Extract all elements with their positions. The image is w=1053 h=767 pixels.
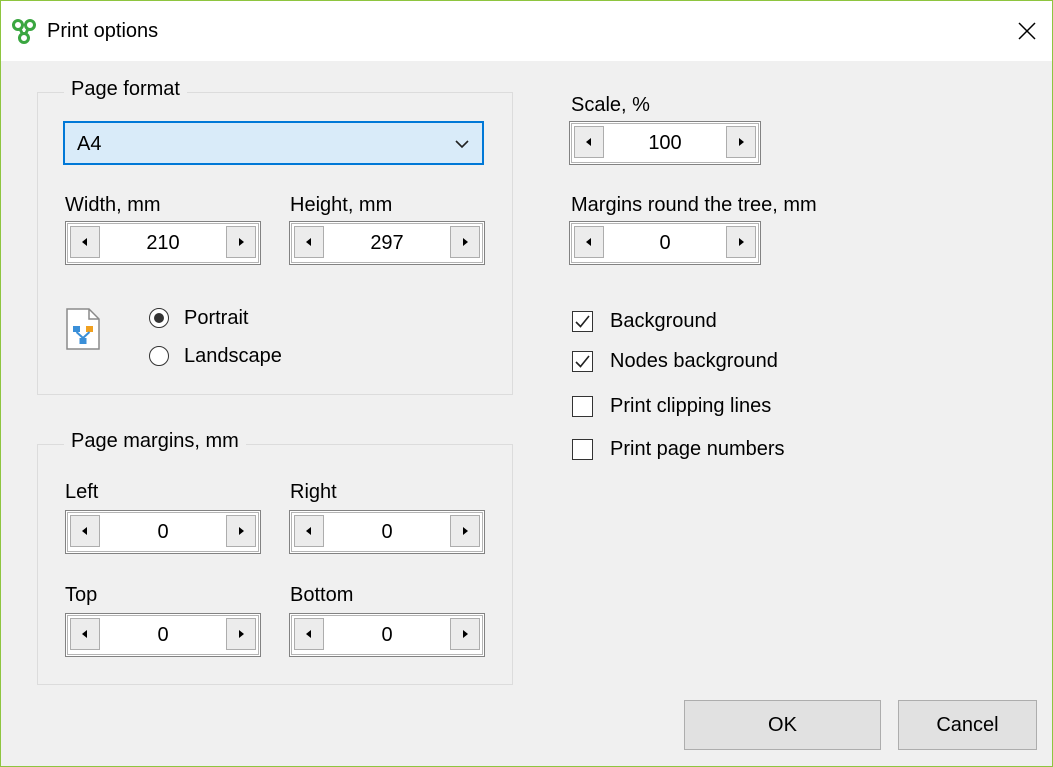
print-clipping-lines-label[interactable]: Print clipping lines: [610, 395, 771, 418]
width-label: Width, mm: [65, 194, 161, 216]
print-page-numbers-checkbox[interactable]: [572, 439, 593, 460]
tree-margins-value[interactable]: 0: [606, 232, 724, 255]
ok-button[interactable]: OK: [684, 700, 881, 750]
right-margin-stepper: 0: [289, 510, 485, 554]
bottom-margin-stepper: 0: [289, 613, 485, 657]
left-margin-increment-button[interactable]: [226, 515, 256, 547]
tree-margins-stepper: 0: [569, 221, 761, 265]
page-format-select[interactable]: A4: [63, 121, 484, 165]
arrow-left-icon: [306, 630, 311, 638]
arrow-left-icon: [586, 238, 591, 246]
tree-margins-label: Margins round the tree, mm: [571, 194, 817, 216]
nodes-background-label[interactable]: Nodes background: [610, 350, 778, 373]
checkmark-icon: [575, 355, 590, 368]
print-page-numbers-label[interactable]: Print page numbers: [610, 438, 785, 461]
green-tree-logo-icon: [12, 19, 36, 44]
top-margin-label: Top: [65, 584, 98, 606]
page-format-selected-value: A4: [77, 133, 102, 155]
top-margin-stepper: 0: [65, 613, 261, 657]
bottom-margin-value[interactable]: 0: [326, 624, 448, 647]
close-icon: [1018, 22, 1036, 40]
top-margin-increment-button[interactable]: [226, 618, 256, 650]
close-button[interactable]: [1002, 1, 1052, 61]
arrow-left-icon: [586, 138, 591, 146]
bottom-margin-increment-button[interactable]: [450, 618, 480, 650]
scale-increment-button[interactable]: [726, 126, 756, 158]
arrow-right-icon: [463, 630, 468, 638]
background-checkbox[interactable]: [572, 311, 593, 332]
height-decrement-button[interactable]: [294, 226, 324, 258]
print-options-dialog: Print options Page format A4 Width, mm 2…: [0, 0, 1053, 767]
portrait-label[interactable]: Portrait: [184, 307, 248, 330]
left-margin-stepper: 0: [65, 510, 261, 554]
arrow-left-icon: [306, 238, 311, 246]
arrow-right-icon: [239, 238, 244, 246]
height-label: Height, mm: [290, 194, 393, 216]
left-margin-decrement-button[interactable]: [70, 515, 100, 547]
print-clipping-lines-checkbox[interactable]: [572, 396, 593, 417]
page-orientation-icon: [66, 308, 100, 350]
height-value[interactable]: 297: [326, 232, 448, 255]
scale-value[interactable]: 100: [606, 132, 724, 155]
width-increment-button[interactable]: [226, 226, 256, 258]
width-value[interactable]: 210: [102, 232, 224, 255]
scale-label: Scale, %: [571, 94, 650, 116]
bottom-margin-label: Bottom: [290, 584, 354, 606]
tree-margins-decrement-button[interactable]: [574, 226, 604, 258]
arrow-right-icon: [739, 138, 744, 146]
arrow-right-icon: [239, 527, 244, 535]
top-margin-value[interactable]: 0: [102, 624, 224, 647]
right-margin-label: Right: [290, 481, 337, 503]
height-stepper: 297: [289, 221, 485, 265]
background-label[interactable]: Background: [610, 310, 717, 333]
nodes-background-checkbox[interactable]: [572, 351, 593, 372]
scale-stepper: 100: [569, 121, 761, 165]
arrow-right-icon: [463, 238, 468, 246]
arrow-right-icon: [739, 238, 744, 246]
scale-decrement-button[interactable]: [574, 126, 604, 158]
top-margin-decrement-button[interactable]: [70, 618, 100, 650]
right-margin-increment-button[interactable]: [450, 515, 480, 547]
right-margin-value[interactable]: 0: [326, 521, 448, 544]
arrow-left-icon: [82, 630, 87, 638]
page-margins-legend: Page margins, mm: [64, 430, 246, 453]
bottom-margin-decrement-button[interactable]: [294, 618, 324, 650]
chevron-down-icon: [455, 140, 469, 149]
checkmark-icon: [575, 315, 590, 328]
tree-margins-increment-button[interactable]: [726, 226, 756, 258]
arrow-right-icon: [239, 630, 244, 638]
width-stepper: 210: [65, 221, 261, 265]
left-margin-label: Left: [65, 481, 99, 503]
cancel-button[interactable]: Cancel: [898, 700, 1037, 750]
landscape-radio[interactable]: [149, 346, 169, 366]
height-increment-button[interactable]: [450, 226, 480, 258]
left-margin-value[interactable]: 0: [102, 521, 224, 544]
right-margin-decrement-button[interactable]: [294, 515, 324, 547]
arrow-left-icon: [82, 527, 87, 535]
arrow-right-icon: [463, 527, 468, 535]
portrait-radio[interactable]: [149, 308, 169, 328]
arrow-left-icon: [306, 527, 311, 535]
landscape-label[interactable]: Landscape: [184, 345, 282, 368]
arrow-left-icon: [82, 238, 87, 246]
dialog-title: Print options: [47, 20, 159, 42]
title-bar: Print options: [1, 1, 1052, 61]
width-decrement-button[interactable]: [70, 226, 100, 258]
page-format-legend: Page format: [64, 78, 187, 101]
